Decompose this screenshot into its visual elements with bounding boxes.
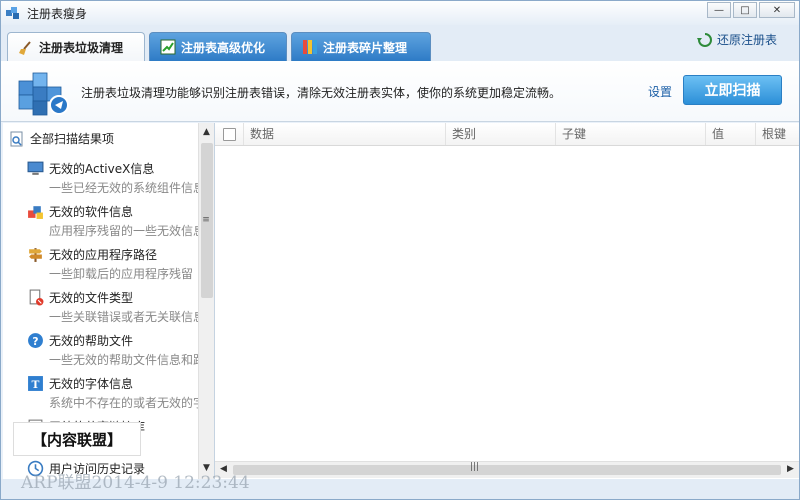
tab-registry-cleanup[interactable]: 注册表垃圾清理 xyxy=(7,32,145,62)
minimize-button[interactable]: — xyxy=(707,2,731,18)
tree-item-help-file[interactable]: ? 无效的帮助文件 一些无效的帮助文件信息和路径 xyxy=(27,331,199,368)
column-header-category[interactable]: 类别 xyxy=(445,123,555,145)
tree-item-font[interactable]: T 无效的字体信息 系统中不存在的或者无效的字体 xyxy=(27,374,199,411)
tree-item-software[interactable]: 无效的软件信息 应用程序残留的一些无效信息 xyxy=(27,202,199,239)
help-icon: ? xyxy=(28,332,43,348)
close-button[interactable]: ✕ xyxy=(759,2,795,18)
file-error-icon xyxy=(29,289,44,305)
banner-description: 注册表垃圾清理功能够识别注册表错误，清除无效注册表实体，使你的系统更加稳定流畅。 xyxy=(81,86,562,100)
font-icon: T xyxy=(28,375,43,391)
svg-text:?: ? xyxy=(32,334,38,347)
tab-advanced-optimize[interactable]: 注册表高级优化 xyxy=(149,32,287,61)
tab-bar: 注册表垃圾清理 注册表高级优化 注册表碎片整理 xyxy=(1,25,799,62)
select-all-checkbox[interactable] xyxy=(223,128,236,141)
tree-item-file-type[interactable]: 无效的文件类型 一些关联错误或者无关联信息 xyxy=(27,288,199,325)
maximize-button[interactable]: □ xyxy=(733,2,757,18)
table-header: 数据 类别 子键 值 根键 xyxy=(215,123,799,146)
settings-link[interactable]: 设置 xyxy=(648,83,672,100)
window-title: 注册表瘦身 xyxy=(27,6,88,21)
restore-registry-link[interactable]: 还原注册表 xyxy=(696,31,777,48)
tree-item-activex[interactable]: 无效的ActiveX信息 一些已经无效的系统组件信息 xyxy=(27,159,199,196)
tree-vertical-scrollbar[interactable]: ▲ ≡ ▼ xyxy=(198,123,214,479)
results-table: 数据 类别 子键 值 根键 ◀ ||| ▶ xyxy=(215,123,799,479)
column-header-root-key[interactable]: 根键 xyxy=(755,123,799,145)
scroll-grip-icon: ||| xyxy=(470,462,480,472)
scan-now-button[interactable]: 立即扫描 xyxy=(683,75,782,105)
tab-label: 注册表碎片整理 xyxy=(323,40,408,55)
tab-defragment[interactable]: 注册表碎片整理 xyxy=(291,32,431,61)
tree-root-label: 全部扫描结果项 xyxy=(30,132,115,146)
broom-icon xyxy=(19,40,31,55)
svg-text:T: T xyxy=(32,377,40,390)
app-cube-icon xyxy=(6,7,19,19)
title-bar[interactable]: 注册表瘦身 — □ ✕ xyxy=(1,1,799,25)
scroll-grip-icon: ≡ xyxy=(202,215,210,225)
scroll-right-arrow-icon[interactable]: ▶ xyxy=(787,464,794,474)
info-banner: 注册表垃圾清理功能够识别注册表错误，清除无效注册表实体，使你的系统更加稳定流畅。… xyxy=(1,61,799,122)
signpost-icon xyxy=(29,247,42,262)
table-horizontal-scrollbar[interactable]: ◀ ||| ▶ xyxy=(215,461,799,478)
watermark-box: 【内容联盟】 xyxy=(13,422,141,456)
restore-icon xyxy=(696,32,712,47)
tree-root-item[interactable]: 全部扫描结果项 xyxy=(9,130,114,147)
search-results-icon xyxy=(10,131,23,146)
software-icon xyxy=(28,205,43,219)
tab-label: 注册表垃圾清理 xyxy=(39,41,124,55)
column-header-subkey[interactable]: 子键 xyxy=(555,123,705,145)
registry-cubes-icon xyxy=(18,72,69,116)
chart-up-icon xyxy=(160,39,176,55)
tab-label: 注册表高级优化 xyxy=(181,40,266,55)
watermark-timestamp: ARP联盟2014-4-9 12:23:44 xyxy=(21,473,250,493)
column-header-data[interactable]: 数据 xyxy=(243,123,445,145)
scroll-up-arrow-icon[interactable]: ▲ xyxy=(203,127,210,137)
column-header-value[interactable]: 值 xyxy=(705,123,755,145)
restore-label: 还原注册表 xyxy=(716,33,777,47)
defrag-icon xyxy=(303,40,317,54)
monitor-icon xyxy=(27,161,44,175)
app-window: 注册表瘦身 — □ ✕ 注册表垃圾清理 注册表高级优化 注册表碎片整理 还原注册… xyxy=(0,0,800,500)
tree-item-app-path[interactable]: 无效的应用程序路径 一些卸载后的应用程序残留 xyxy=(27,245,199,282)
table-scroll-thumb[interactable] xyxy=(233,465,781,475)
